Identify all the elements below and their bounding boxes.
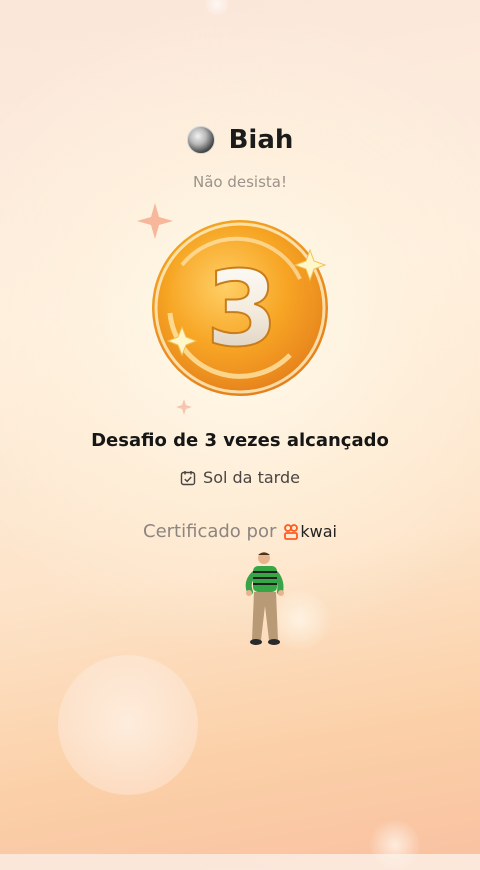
avatar[interactable] bbox=[186, 126, 215, 154]
decorative-bubble bbox=[205, 0, 229, 16]
kwai-wordmark: kwai bbox=[300, 522, 337, 541]
calendar-check-icon bbox=[180, 470, 196, 485]
dancing-man-sticker bbox=[245, 552, 284, 645]
tag-label: Sol da tarde bbox=[203, 468, 300, 487]
medal-number: 3 bbox=[206, 248, 278, 370]
sparkle-icon bbox=[137, 203, 173, 239]
kwai-logo-icon bbox=[284, 523, 299, 540]
encouragement-text: Não desista! bbox=[193, 173, 287, 191]
user-header: Biah bbox=[0, 125, 480, 155]
challenge-tag: Sol da tarde bbox=[0, 468, 480, 487]
achievement-title: Desafio de 3 vezes alcançado bbox=[91, 430, 389, 451]
username[interactable]: Biah bbox=[229, 125, 294, 155]
certified-by-text: Certificado por bbox=[143, 521, 277, 542]
decorative-bubble bbox=[370, 820, 420, 870]
kwai-logo: kwai bbox=[284, 522, 337, 541]
decorative-bubble bbox=[58, 655, 198, 795]
medal-badge: 3 bbox=[137, 203, 328, 415]
certificate-line: Certificado por kwai bbox=[0, 521, 480, 542]
